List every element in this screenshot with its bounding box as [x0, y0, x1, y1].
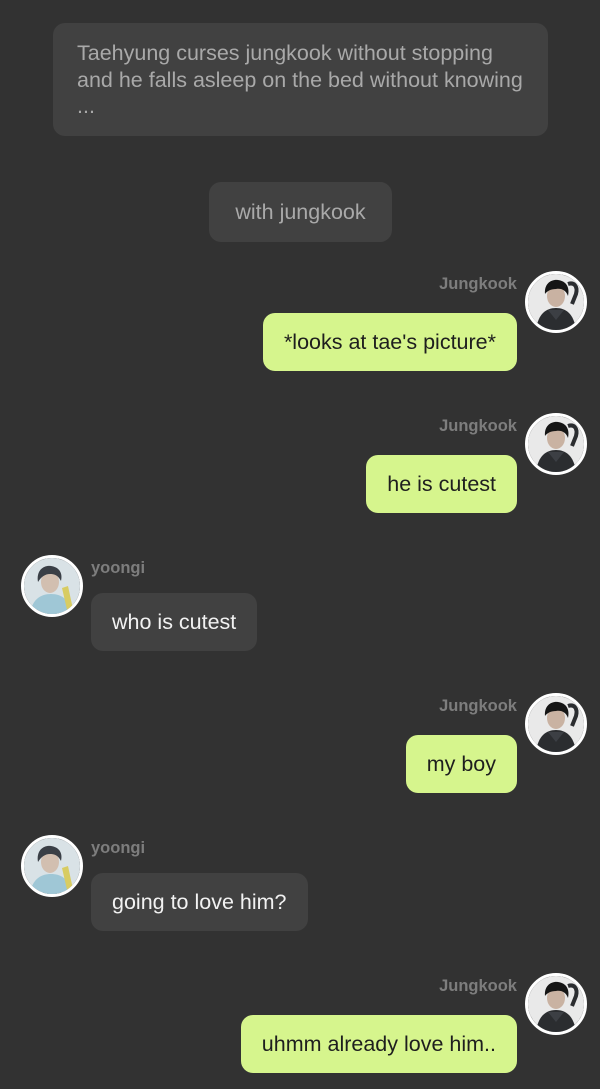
jungkook-avatar-photo — [528, 696, 584, 752]
message-bubble[interactable]: uhmm already love him.. — [240, 1015, 517, 1073]
yoongi-avatar[interactable] — [21, 835, 83, 897]
message-bubble[interactable]: who is cutest — [91, 593, 258, 651]
yoongi-avatar-photo — [24, 558, 80, 614]
message-bubble[interactable]: going to love him? — [91, 873, 308, 931]
message-bubble[interactable]: *looks at tae's picture* — [262, 313, 517, 371]
jungkook-avatar-photo — [528, 976, 584, 1032]
jungkook-avatar[interactable] — [525, 413, 587, 475]
message-bubble[interactable]: he is cutest — [366, 455, 517, 513]
jungkook-avatar[interactable] — [525, 271, 587, 333]
chat-screen: Taehyung curses jungkook without stoppin… — [0, 0, 600, 1089]
yoongi-avatar-photo — [24, 838, 80, 894]
jungkook-avatar-photo — [528, 274, 584, 330]
sender-name: Jungkook — [439, 275, 517, 293]
sender-name: Jungkook — [439, 977, 517, 995]
sender-name: yoongi — [91, 559, 146, 577]
message-bubble[interactable]: my boy — [405, 735, 517, 793]
scene-bubble: with jungkook — [209, 182, 392, 242]
sender-name: Jungkook — [439, 417, 517, 435]
jungkook-avatar-photo — [528, 416, 584, 472]
sender-name: Jungkook — [439, 697, 517, 715]
jungkook-avatar[interactable] — [525, 693, 587, 755]
sender-name: yoongi — [91, 839, 146, 857]
yoongi-avatar[interactable] — [21, 555, 83, 617]
jungkook-avatar[interactable] — [525, 973, 587, 1035]
narration-bubble: Taehyung curses jungkook without stoppin… — [53, 23, 548, 136]
